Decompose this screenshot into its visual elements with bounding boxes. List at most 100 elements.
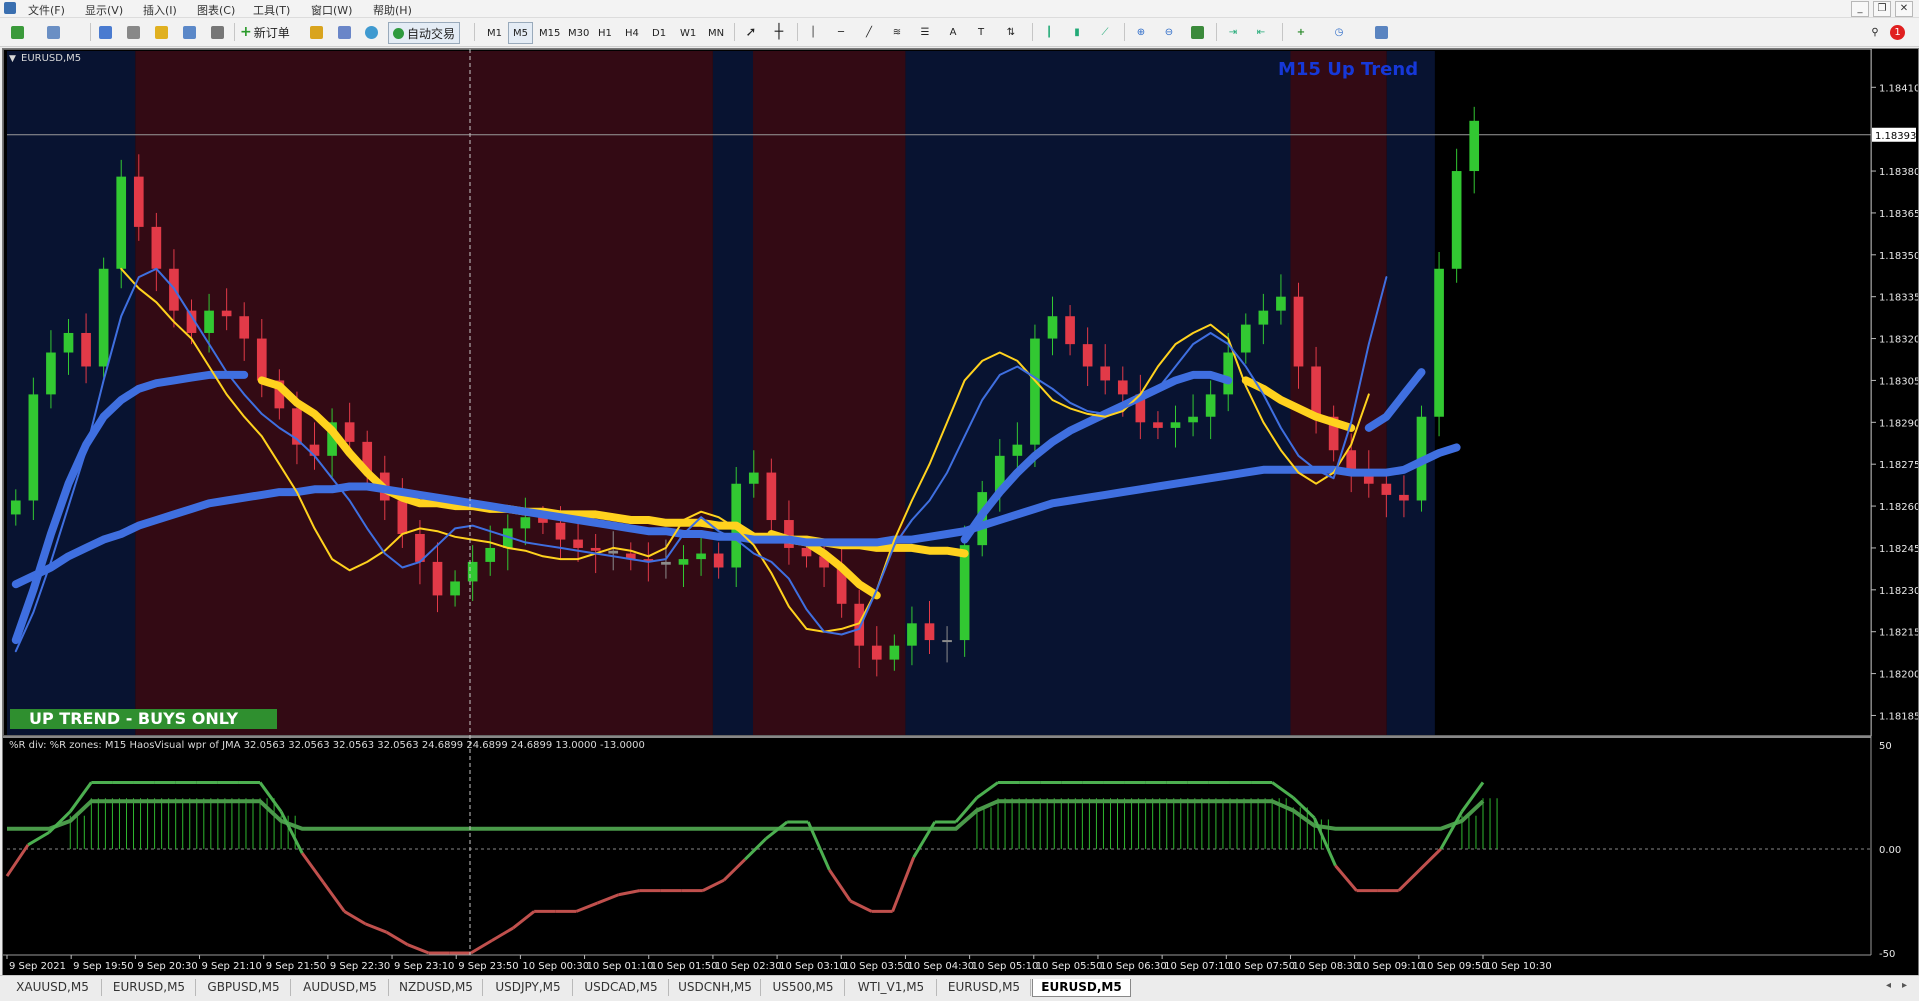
indicators-icon[interactable]: + xyxy=(1292,22,1310,42)
minimize-button[interactable]: _ xyxy=(1851,1,1869,17)
tab-xauusd-m5[interactable]: XAUUSD,M5 xyxy=(4,979,102,996)
line-chart-icon[interactable]: ⟋ xyxy=(1096,22,1114,42)
timeframe-h1[interactable]: H1 xyxy=(593,22,617,44)
menu-tools[interactable]: 工具(T) xyxy=(253,2,290,18)
vertical-line-icon[interactable]: │ xyxy=(804,22,822,42)
market-watch-icon[interactable] xyxy=(96,22,114,42)
tab-eurusd-m5[interactable]: EURUSD,M5 xyxy=(938,979,1031,996)
tab-wti-v1-m5[interactable]: WTI_V1,M5 xyxy=(846,979,937,996)
candle-body xyxy=(924,623,935,641)
indicator-value-segment xyxy=(322,881,346,913)
horizontal-line-icon[interactable]: ─ xyxy=(832,22,850,42)
tab-eurusd-m5[interactable]: EURUSD,M5 xyxy=(1032,979,1131,997)
indicator-value-segment xyxy=(491,926,514,942)
candle-body xyxy=(573,539,583,548)
tab-audusd-m5[interactable]: AUDUSD,M5 xyxy=(292,979,389,996)
price-label: 1.18305 xyxy=(1879,376,1918,387)
indicator-axis-label: 50 xyxy=(1879,741,1892,752)
menu-file[interactable]: 文件(F) xyxy=(28,2,65,18)
timeframe-m15[interactable]: M15 xyxy=(534,22,565,44)
new-chart-icon[interactable] xyxy=(8,22,26,42)
menu-help[interactable]: 帮助(H) xyxy=(373,2,412,18)
auto-trading-button[interactable]: 自动交易 xyxy=(388,22,461,44)
timeframe-m5[interactable]: M5 xyxy=(508,22,533,44)
candle-body xyxy=(696,553,706,560)
signals-icon[interactable] xyxy=(362,22,380,42)
candle-body xyxy=(221,310,232,317)
zoom-in-icon[interactable]: ⊕ xyxy=(1132,22,1150,42)
favorites-icon[interactable] xyxy=(152,22,170,42)
tab-gbpusd-m5[interactable]: GBPUSD,M5 xyxy=(197,979,291,996)
auto-scroll-icon[interactable]: ⇥ xyxy=(1224,22,1242,42)
periods-icon[interactable]: ◷ xyxy=(1330,22,1348,42)
time-label: 10 Sep 08:30 xyxy=(1292,961,1359,972)
candle-body xyxy=(151,226,162,269)
time-label: 10 Sep 07:10 xyxy=(1164,961,1231,972)
metaeditor-icon[interactable] xyxy=(335,22,353,42)
candle-body xyxy=(63,332,74,353)
trendline-icon[interactable]: ╱ xyxy=(860,22,878,42)
price-label: 1.18245 xyxy=(1879,544,1918,555)
trend-label: M15 Up Trend xyxy=(1278,59,1418,80)
templates-icon[interactable] xyxy=(1372,22,1390,42)
candle-body xyxy=(1030,338,1040,445)
timeframe-d1[interactable]: D1 xyxy=(647,22,671,44)
candle-body xyxy=(116,176,127,269)
restore-button[interactable]: ❐ xyxy=(1873,1,1891,17)
new-order-button[interactable]: + 新订单 xyxy=(240,22,290,42)
navigator-icon[interactable] xyxy=(124,22,142,42)
indicator-value-segment xyxy=(1439,810,1464,850)
tab-us500-m5[interactable]: US500,M5 xyxy=(762,979,845,996)
price-axis: 1.18410 1.18380 1.18365 1.18350 1.18335 1.183… xyxy=(1871,83,1918,722)
timeframe-m30[interactable]: M30 xyxy=(563,22,594,44)
chart-shift-icon[interactable]: ⇤ xyxy=(1252,22,1270,42)
menu-view[interactable]: 显示(V) xyxy=(85,2,123,18)
chart-window[interactable]: 1.18410 1.18380 1.18365 1.18350 1.18335 1.183… xyxy=(2,48,1919,976)
candlestick-icon[interactable]: ▮ xyxy=(1068,22,1086,42)
crosshair-icon[interactable]: ┼ xyxy=(770,22,788,42)
text-tool-icon[interactable]: A xyxy=(944,22,962,42)
tab-eurusd-m5[interactable]: EURUSD,M5 xyxy=(103,979,196,996)
tab-usdcnh-m5[interactable]: USDCNH,M5 xyxy=(670,979,761,996)
timeframe-mn[interactable]: MN xyxy=(703,22,729,44)
timeframe-m1[interactable]: M1 xyxy=(482,22,507,44)
time-label: 9 Sep 23:50 xyxy=(458,961,518,972)
chart-canvas[interactable]: 1.18410 1.18380 1.18365 1.18350 1.18335 1.183… xyxy=(3,49,1918,975)
time-label: 10 Sep 03:50 xyxy=(843,961,910,972)
menu-triangle-icon[interactable]: ▼ xyxy=(9,54,16,64)
tile-windows-icon[interactable] xyxy=(1188,22,1206,42)
arrows-icon[interactable]: ⇅ xyxy=(1002,22,1020,42)
bar-chart-icon[interactable]: ┃ xyxy=(1040,22,1058,42)
profiles-icon[interactable] xyxy=(44,22,62,42)
menu-chart[interactable]: 图表(C) xyxy=(197,2,235,18)
cursor-icon[interactable]: ➚ xyxy=(742,22,760,42)
auto-trading-icon xyxy=(393,27,404,39)
notifications-button[interactable]: 1 xyxy=(1890,22,1905,42)
current-price-label: 1.18393 xyxy=(1875,131,1916,142)
menu-insert[interactable]: 插入(I) xyxy=(143,2,177,18)
tab-nzdusd-m5[interactable]: NZDUSD,M5 xyxy=(390,979,483,996)
candle-body xyxy=(1170,422,1181,428)
tab-scroll-left-icon[interactable]: ◂ xyxy=(1886,980,1891,991)
label-tool-icon[interactable]: T xyxy=(972,22,990,42)
timeframe-h4[interactable]: H4 xyxy=(620,22,644,44)
search-icon[interactable]: ⚲ xyxy=(1866,22,1884,42)
tab-scroll-right-icon[interactable]: ▸ xyxy=(1902,980,1907,991)
zoom-out-icon[interactable]: ⊖ xyxy=(1160,22,1178,42)
indicator-value-segment xyxy=(596,893,620,905)
time-label: 9 Sep 23:10 xyxy=(394,961,454,972)
tab-usdcad-m5[interactable]: USDCAD,M5 xyxy=(574,979,669,996)
menu-window[interactable]: 窗口(W) xyxy=(311,2,352,18)
gold-icon[interactable] xyxy=(307,22,325,42)
close-button[interactable]: ✕ xyxy=(1895,1,1913,17)
candle-body xyxy=(766,472,777,521)
price-label: 1.18200 xyxy=(1879,670,1918,681)
fibonacci-icon[interactable]: ☰ xyxy=(916,22,934,42)
tab-usdjpy-m5[interactable]: USDJPY,M5 xyxy=(484,979,573,996)
terminal-icon[interactable] xyxy=(180,22,198,42)
strategy-tester-icon[interactable] xyxy=(208,22,226,42)
price-label: 1.18365 xyxy=(1879,209,1918,220)
channel-icon[interactable]: ≋ xyxy=(888,22,906,42)
candle-body xyxy=(28,394,39,501)
timeframe-w1[interactable]: W1 xyxy=(675,22,701,44)
